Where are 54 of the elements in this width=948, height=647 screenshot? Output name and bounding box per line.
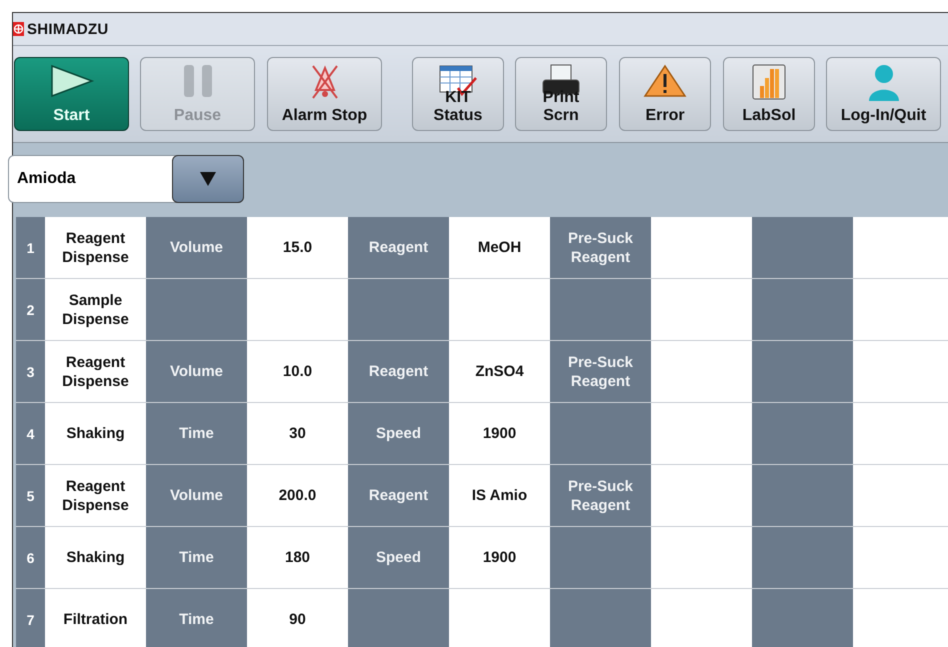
- muted-bell-icon: [310, 64, 340, 100]
- step-number-cell: 7: [16, 589, 45, 647]
- label-cell: Reagent: [348, 341, 449, 402]
- value-cell: 30: [247, 403, 348, 464]
- step-name-cell: Reagent Dispense: [45, 465, 146, 526]
- label-cell: Reagent: [348, 217, 449, 278]
- warning-icon: [643, 64, 687, 98]
- value-cell: 1900: [449, 403, 550, 464]
- logo-icon: [13, 22, 24, 36]
- toolbar-button[interactable]: LabSol: [723, 57, 815, 131]
- value-cell: IS Amio: [449, 465, 550, 526]
- label-cell: Volume: [146, 217, 247, 278]
- value-cell: 180: [247, 527, 348, 588]
- toolbar-button[interactable]: Alarm Stop: [267, 57, 382, 131]
- toolbar-button[interactable]: KIT Status: [412, 57, 504, 131]
- value-cell: 200.0: [247, 465, 348, 526]
- step-number-cell: 2: [16, 279, 45, 340]
- value-cell: ZnSO4: [449, 341, 550, 402]
- label-cell: Speed: [348, 527, 449, 588]
- value-cell: 1900: [449, 527, 550, 588]
- label-cell: Pre-Suck Reagent: [550, 217, 651, 278]
- label-cell: Volume: [146, 465, 247, 526]
- label-cell: Volume: [146, 341, 247, 402]
- toolbar-button[interactable]: Start: [14, 57, 129, 131]
- dropdown-arrow-icon: [200, 172, 216, 186]
- label-cell: Time: [146, 527, 247, 588]
- step-name-cell: Shaking: [45, 403, 146, 464]
- step-name-cell: Shaking: [45, 527, 146, 588]
- label-cell: Time: [146, 403, 247, 464]
- toolbar-button[interactable]: Error: [619, 57, 711, 131]
- label-cell: Time: [146, 589, 247, 647]
- step-name-cell: Filtration: [45, 589, 146, 647]
- step-name-cell: Reagent Dispense: [45, 217, 146, 278]
- label-cell: Pre-Suck Reagent: [550, 341, 651, 402]
- step-number-cell: 5: [16, 465, 45, 526]
- bar-chart-icon: [752, 64, 786, 100]
- label-cell: Pre-Suck Reagent: [550, 465, 651, 526]
- step-number-cell: 4: [16, 403, 45, 464]
- toolbar-button[interactable]: Log-In/Quit: [826, 57, 941, 131]
- method-dropdown[interactable]: Amioda: [8, 155, 244, 203]
- brand-name: SHIMADZU: [27, 20, 109, 38]
- step-number-cell: 3: [16, 341, 45, 402]
- label-cell: Reagent: [348, 465, 449, 526]
- value-cell: 15.0: [247, 217, 348, 278]
- step-number-cell: 1: [16, 217, 45, 278]
- user-icon: [866, 64, 900, 102]
- step-name-cell: Reagent Dispense: [45, 341, 146, 402]
- value-cell: 10.0: [247, 341, 348, 402]
- step-name-cell: Sample Dispense: [45, 279, 146, 340]
- value-cell: 90: [247, 589, 348, 647]
- play-icon: [48, 64, 94, 98]
- label-cell: Speed: [348, 403, 449, 464]
- value-cell: MeOH: [449, 217, 550, 278]
- step-number-cell: 6: [16, 527, 45, 588]
